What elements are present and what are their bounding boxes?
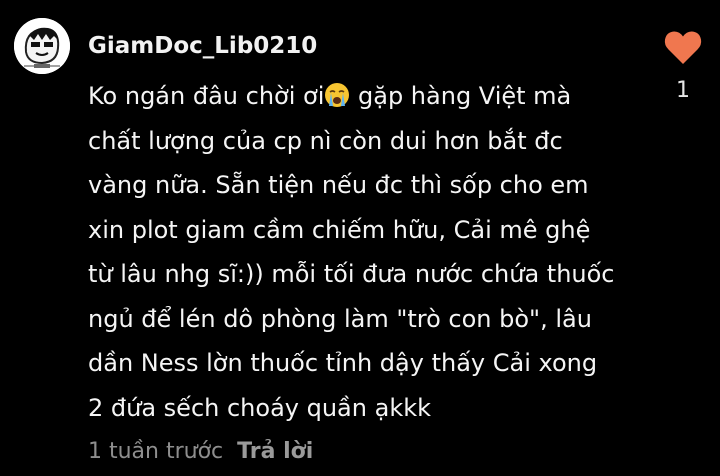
like-button[interactable] <box>664 30 702 66</box>
comment-line-2: chất lượng của cp nì còn dui hơn bắt đc <box>88 126 563 155</box>
avatar[interactable] <box>14 18 70 74</box>
heart-icon <box>664 31 702 64</box>
comment-username[interactable]: GiamDoc_Lib0210 <box>88 30 317 62</box>
comment-line-8: 2 đứa sếch choáy quần ạkkk <box>88 393 432 422</box>
comment-line-6: ngủ để lén dô phòng làm "trò con bò", lâ… <box>88 304 592 333</box>
comment-line-4: xin plot giam cầm chiếm hữu, Cải mê ghệ <box>88 215 591 244</box>
like-count: 1 <box>676 78 690 103</box>
comment-line-7: dần Ness lờn thuốc tỉnh dậy thấy Cải xon… <box>88 349 598 377</box>
comment-line-text: Ko ngán đâu chời ơi <box>88 82 325 110</box>
avatar-image <box>14 18 70 74</box>
comment-timestamp: 1 tuần trước <box>88 439 224 464</box>
crying-face-emoji <box>325 83 350 107</box>
comment-line-3: vàng nữa. Sẵn tiện nếu đc thì sốp cho em <box>88 171 589 199</box>
comment-line-text: gặp hàng Việt mà <box>350 82 572 110</box>
comment-line-1: Ko ngán đâu chời ơi gặp hàng Việt mà <box>88 74 648 119</box>
comment-meta: 1 tuần trước Trả lời <box>88 437 313 467</box>
comment-text: Ko ngán đâu chời ơi gặp hàng Việt mà chấ… <box>88 74 648 430</box>
comment-line-5: từ lâu nhg sĩ:)) mỗi tối đưa nước chứa t… <box>88 260 615 288</box>
reply-button[interactable]: Trả lời <box>237 439 313 464</box>
